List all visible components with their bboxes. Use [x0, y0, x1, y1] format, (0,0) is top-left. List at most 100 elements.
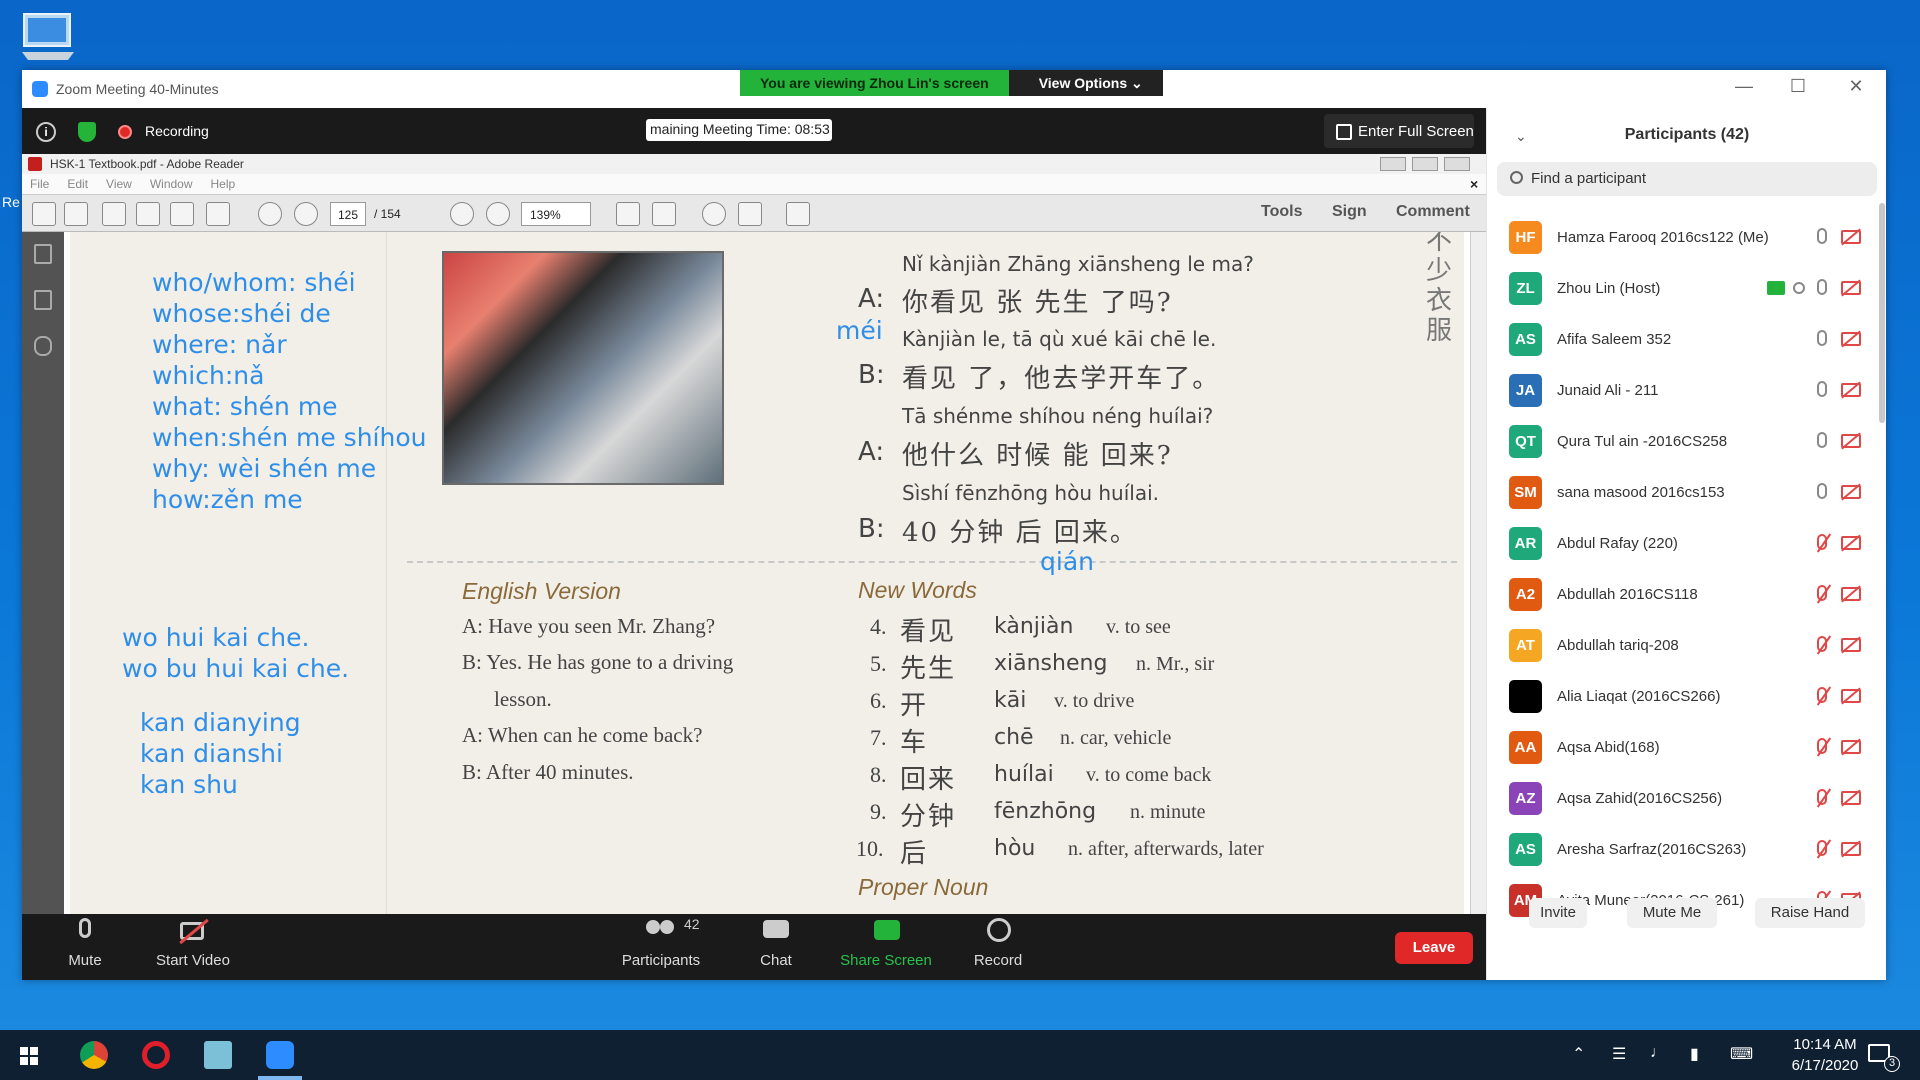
- email-icon[interactable]: [206, 202, 230, 226]
- avatar: AS: [1509, 323, 1542, 356]
- participant-row[interactable]: SM sana masood 2016cs153: [1487, 467, 1867, 518]
- attachments-icon[interactable]: [34, 336, 52, 356]
- minimize-button[interactable]: —: [1732, 76, 1756, 97]
- chrome-taskbar-icon[interactable]: [80, 1041, 108, 1069]
- zoom-taskbar-icon[interactable]: [266, 1041, 294, 1069]
- menu-view[interactable]: View: [106, 174, 132, 191]
- annotation-line: kan dianshi: [140, 739, 283, 768]
- mic-icon: [1817, 381, 1827, 397]
- reader-minimize-button[interactable]: [1380, 157, 1406, 171]
- participant-name: Hamza Farooq 2016cs122 (Me): [1557, 229, 1769, 246]
- reader-scrollbar[interactable]: [1470, 232, 1486, 914]
- opera-taskbar-icon[interactable]: [142, 1041, 170, 1069]
- pdf-page[interactable]: who/whom: shéi whose:shéi de where: nǎr …: [70, 232, 1464, 914]
- clock[interactable]: 10:14 AM 6/17/2020: [1770, 1034, 1880, 1076]
- print-icon[interactable]: [170, 202, 194, 226]
- search-placeholder: Find a participant: [1531, 170, 1647, 187]
- participants-count: 42: [684, 916, 700, 932]
- shared-screen: HSK-1 Textbook.pdf - Adobe Reader File Ed…: [22, 154, 1486, 914]
- record-button[interactable]: Record: [968, 916, 1028, 969]
- reader-restore-button[interactable]: [1412, 157, 1438, 171]
- avatar: ZL: [1509, 272, 1542, 305]
- participant-name: Aqsa Zahid(2016CS256): [1557, 790, 1723, 807]
- app-taskbar-icon[interactable]: [204, 1041, 232, 1069]
- bookmarks-icon[interactable]: [34, 290, 52, 310]
- word-pinyin: xiānsheng: [994, 651, 1108, 676]
- export-pdf-icon[interactable]: [64, 202, 88, 226]
- page-number-input[interactable]: 125: [330, 202, 366, 226]
- microphone-icon: [68, 916, 102, 946]
- start-button[interactable]: [20, 1047, 38, 1065]
- chat-button[interactable]: Chat: [748, 916, 804, 969]
- viewing-label: You are viewing Zhou Lin's screen: [740, 70, 1009, 96]
- mute-me-button[interactable]: Mute Me: [1627, 898, 1717, 928]
- tray-chevron-icon[interactable]: ⌃: [1572, 1044, 1585, 1064]
- fit-width-icon[interactable]: [652, 202, 676, 226]
- word-number: 5.: [870, 651, 887, 676]
- page-down-icon[interactable]: [294, 202, 318, 226]
- pages-icon[interactable]: [34, 244, 52, 264]
- fullscreen-label: Enter Full Screen: [1358, 123, 1474, 140]
- highlight-icon[interactable]: [738, 202, 762, 226]
- participant-row[interactable]: ZL Zhou Lin (Host): [1487, 263, 1867, 314]
- reader-close-button[interactable]: [1444, 157, 1470, 171]
- menu-file[interactable]: File: [30, 174, 49, 191]
- participant-row[interactable]: AS Afifa Saleem 352: [1487, 314, 1867, 365]
- participant-list-scrollbar[interactable]: [1879, 203, 1885, 423]
- enter-full-screen-button[interactable]: Enter Full Screen: [1324, 114, 1474, 148]
- mute-button[interactable]: Mute: [50, 916, 120, 969]
- raise-hand-button[interactable]: Raise Hand: [1755, 898, 1865, 928]
- page-up-icon[interactable]: [258, 202, 282, 226]
- participant-search-input[interactable]: Find a participant: [1497, 162, 1877, 196]
- participant-row[interactable]: AS Aresha Sarfraz(2016CS263): [1487, 824, 1867, 875]
- maximize-button[interactable]: ☐: [1786, 76, 1810, 97]
- tools-button[interactable]: Tools: [1261, 203, 1302, 221]
- zoom-out-icon[interactable]: [450, 202, 474, 226]
- reader-doc-close-icon[interactable]: ×: [1470, 173, 1478, 192]
- participant-row[interactable]: A2 Abdullah 2016CS118: [1487, 569, 1867, 620]
- meeting-info-icon[interactable]: i: [36, 122, 56, 142]
- expand-icon[interactable]: [786, 202, 810, 226]
- participant-row[interactable]: HF Hamza Farooq 2016cs122 (Me): [1487, 212, 1867, 263]
- create-pdf-icon[interactable]: [32, 202, 56, 226]
- save-icon[interactable]: [136, 202, 160, 226]
- new-word-row: 7. 车 chē n. car, vehicle: [870, 725, 1430, 759]
- sign-button[interactable]: Sign: [1332, 203, 1367, 221]
- share-screen-button[interactable]: Share Screen: [836, 916, 936, 969]
- participants-button[interactable]: 42 Participants: [606, 916, 716, 969]
- comment-button[interactable]: Comment: [1396, 203, 1470, 221]
- participant-row[interactable]: AT Abdullah tariq-208: [1487, 620, 1867, 671]
- participant-row[interactable]: AR Abdul Rafay (220): [1487, 518, 1867, 569]
- annotation-line: what: shén me: [152, 392, 338, 421]
- sticky-note-icon[interactable]: [702, 202, 726, 226]
- participant-row[interactable]: JA Junaid Ali - 211: [1487, 365, 1867, 416]
- start-video-button[interactable]: Start Video: [148, 916, 238, 969]
- avatar: A2: [1509, 578, 1542, 611]
- reader-title-bar: HSK-1 Textbook.pdf - Adobe Reader: [22, 154, 1486, 174]
- proper-noun-heading: Proper Noun: [858, 874, 989, 900]
- participant-row[interactable]: AA Aqsa Abid(168): [1487, 722, 1867, 773]
- zoom-in-icon[interactable]: [486, 202, 510, 226]
- participant-row[interactable]: AZ Aqsa Zahid(2016CS256): [1487, 773, 1867, 824]
- zoom-level-select[interactable]: 139%: [521, 202, 591, 226]
- battery-icon[interactable]: ▮: [1690, 1044, 1699, 1064]
- close-button[interactable]: ✕: [1844, 76, 1868, 97]
- fit-page-icon[interactable]: [616, 202, 640, 226]
- new-word-row: 5. 先生 xiānsheng n. Mr., sir: [870, 651, 1430, 685]
- this-pc-desktop-icon[interactable]: [20, 10, 78, 64]
- menu-edit[interactable]: Edit: [67, 174, 88, 191]
- reader-nav-pane: [22, 232, 64, 914]
- volume-icon[interactable]: ♩: [1650, 1044, 1666, 1062]
- encryption-shield-icon[interactable]: [78, 122, 96, 142]
- keyboard-icon[interactable]: ⌨: [1730, 1044, 1753, 1064]
- invite-button[interactable]: Invite: [1529, 898, 1587, 928]
- menu-help[interactable]: Help: [211, 174, 236, 191]
- clock-time: 10:14 AM: [1793, 1036, 1857, 1053]
- leave-button[interactable]: Leave: [1395, 932, 1473, 964]
- view-options-button[interactable]: View Options ⌄: [1008, 70, 1163, 96]
- wifi-icon[interactable]: ☰: [1612, 1044, 1626, 1064]
- menu-window[interactable]: Window: [150, 174, 193, 191]
- participant-row[interactable]: Alia Liaqat (2016CS266): [1487, 671, 1867, 722]
- participant-row[interactable]: QT Qura Tul ain -2016CS258: [1487, 416, 1867, 467]
- edit-icon[interactable]: [102, 202, 126, 226]
